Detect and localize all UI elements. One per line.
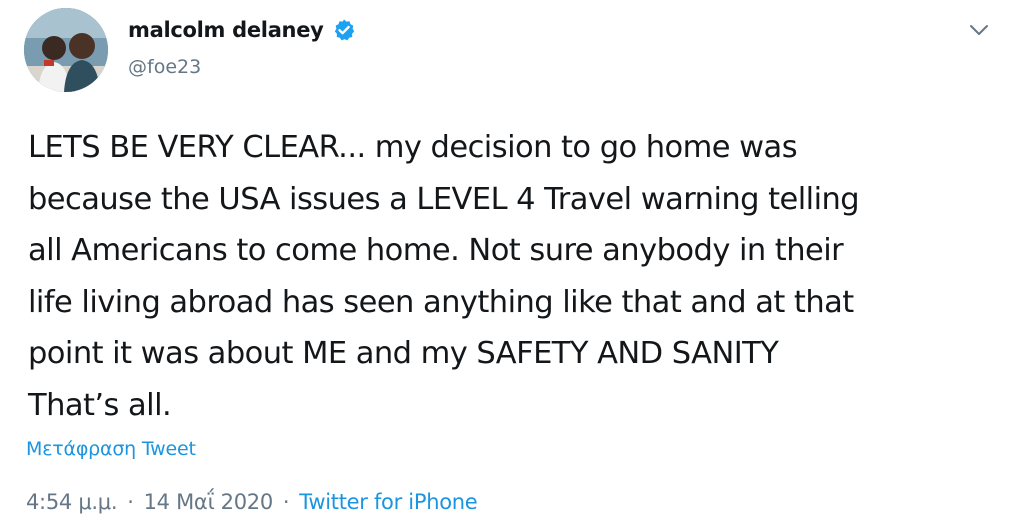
author-display-name[interactable]: malcolm delaney <box>128 18 324 42</box>
author-handle[interactable]: @foe23 <box>128 56 201 78</box>
translate-tweet-link[interactable]: Μετάφραση Tweet <box>26 438 196 460</box>
meta-separator: · <box>282 490 290 514</box>
author-avatar[interactable] <box>24 8 108 92</box>
avatar-photo-icon <box>24 8 108 92</box>
tweet-text: LETS BE VERY CLEAR... my decision to go … <box>28 130 860 423</box>
tweet-source-link[interactable]: Twitter for iPhone <box>299 490 477 514</box>
verified-badge-icon <box>332 18 356 42</box>
tweet-meta: 4:54 μ.μ. · 14 Μαΐ 2020 · Twitter for iP… <box>26 490 478 514</box>
chevron-down-icon[interactable] <box>968 22 990 36</box>
author-name-row: malcolm delaney <box>128 18 356 42</box>
tweet-card: malcolm delaney @foe23 LETS BE VERY CLEA… <box>0 0 1024 520</box>
tweet-time[interactable]: 4:54 μ.μ. <box>26 490 118 514</box>
meta-separator: · <box>127 490 134 514</box>
tweet-date[interactable]: 14 Μαΐ 2020 <box>144 490 274 514</box>
